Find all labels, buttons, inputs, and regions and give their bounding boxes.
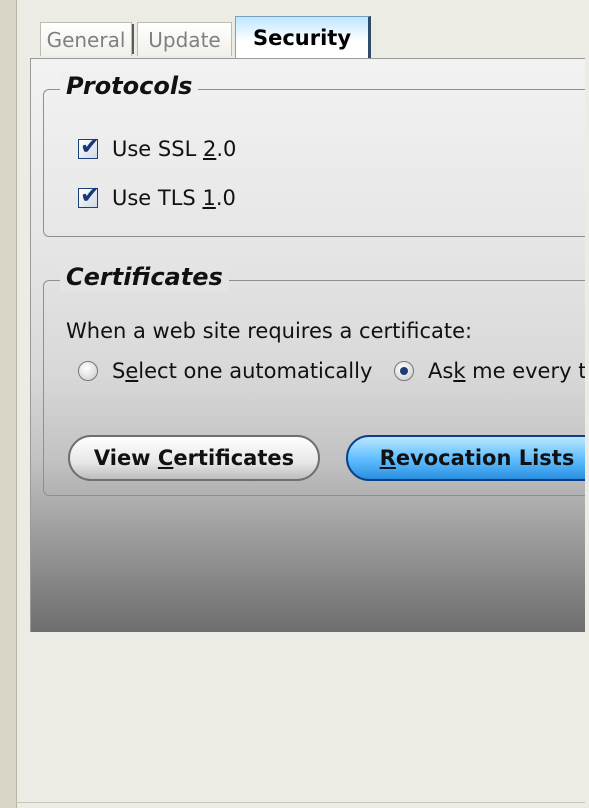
radio-select-automatically[interactable]: Select one automatically: [78, 359, 372, 383]
tls-checkbox[interactable]: ✔: [78, 181, 100, 209]
radio-ask-every-time[interactable]: Ask me every ti: [394, 359, 589, 383]
window-bottom-border: [16, 802, 589, 803]
ssl-label: Use SSL 2.0: [112, 137, 237, 161]
certificate-prompt: When a web site requires a certificate:: [66, 319, 473, 343]
tab-update[interactable]: Update: [137, 22, 232, 56]
radio-auto-button[interactable]: [78, 361, 98, 381]
ssl-checkbox[interactable]: ✔: [78, 132, 100, 160]
tab-separator: [132, 24, 134, 54]
radio-auto-label: Select one automatically: [112, 359, 373, 383]
protocols-group: Protocols ✔ Use SSL 2.0 ✔ Use TLS 1.0: [43, 72, 589, 237]
certificates-title: Certificates: [60, 263, 229, 291]
certificates-group: Certificates When a web site requires a …: [43, 263, 589, 496]
revocation-lists-button[interactable]: Revocation Lists: [346, 435, 589, 481]
checkmark-icon: ✔: [80, 181, 101, 209]
radio-ask-label: Ask me every ti: [428, 359, 589, 383]
tab-general-label: General: [46, 27, 126, 52]
radio-dot-icon: [400, 367, 408, 375]
checkbox-use-tls[interactable]: ✔ Use TLS 1.0: [78, 181, 236, 210]
checkbox-use-ssl[interactable]: ✔ Use SSL 2.0: [78, 132, 237, 161]
view-certificates-label: View Certificates: [93, 446, 295, 470]
protocols-title: Protocols: [60, 72, 199, 100]
tab-security-label: Security: [252, 25, 352, 50]
tab-security[interactable]: Security: [235, 16, 371, 58]
window-right-edge: [585, 0, 589, 808]
revocation-lists-label: Revocation Lists: [379, 446, 575, 470]
checkmark-icon: ✔: [80, 132, 101, 160]
tab-general[interactable]: General: [40, 22, 132, 56]
tls-label: Use TLS 1.0: [112, 186, 236, 210]
view-certificates-button[interactable]: View Certificates: [68, 435, 320, 481]
security-panel: Protocols ✔ Use SSL 2.0 ✔ Use TLS 1.0 Ce…: [30, 58, 589, 632]
window-left-border: [0, 0, 17, 808]
tab-update-label: Update: [148, 27, 221, 52]
radio-ask-button[interactable]: [394, 361, 414, 381]
